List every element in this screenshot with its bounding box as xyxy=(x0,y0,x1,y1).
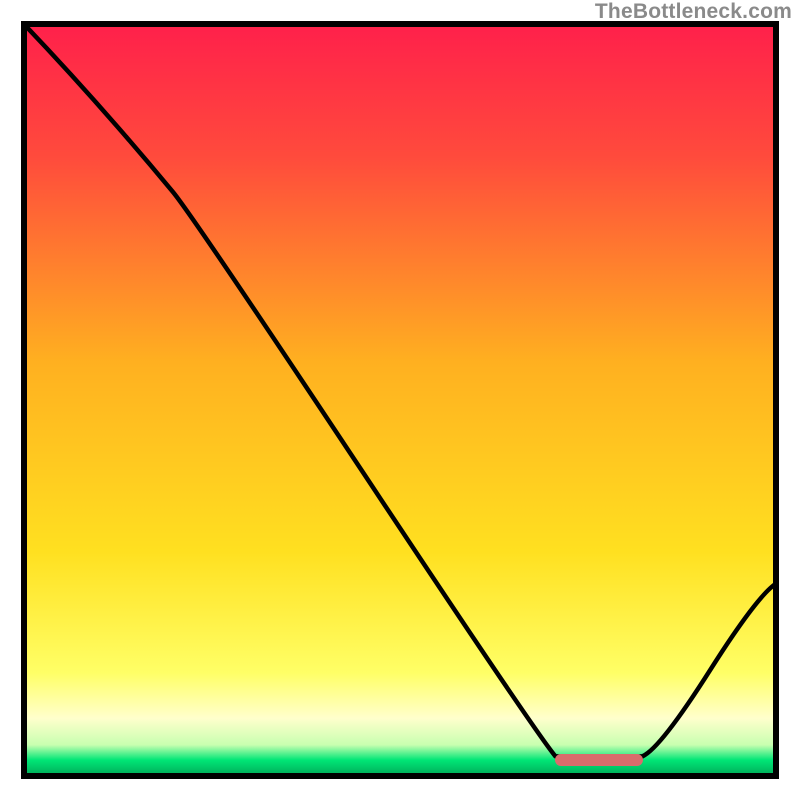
bottleneck-curve xyxy=(21,21,779,779)
chart-frame: TheBottleneck.com xyxy=(0,0,800,800)
plot-area xyxy=(21,21,779,779)
